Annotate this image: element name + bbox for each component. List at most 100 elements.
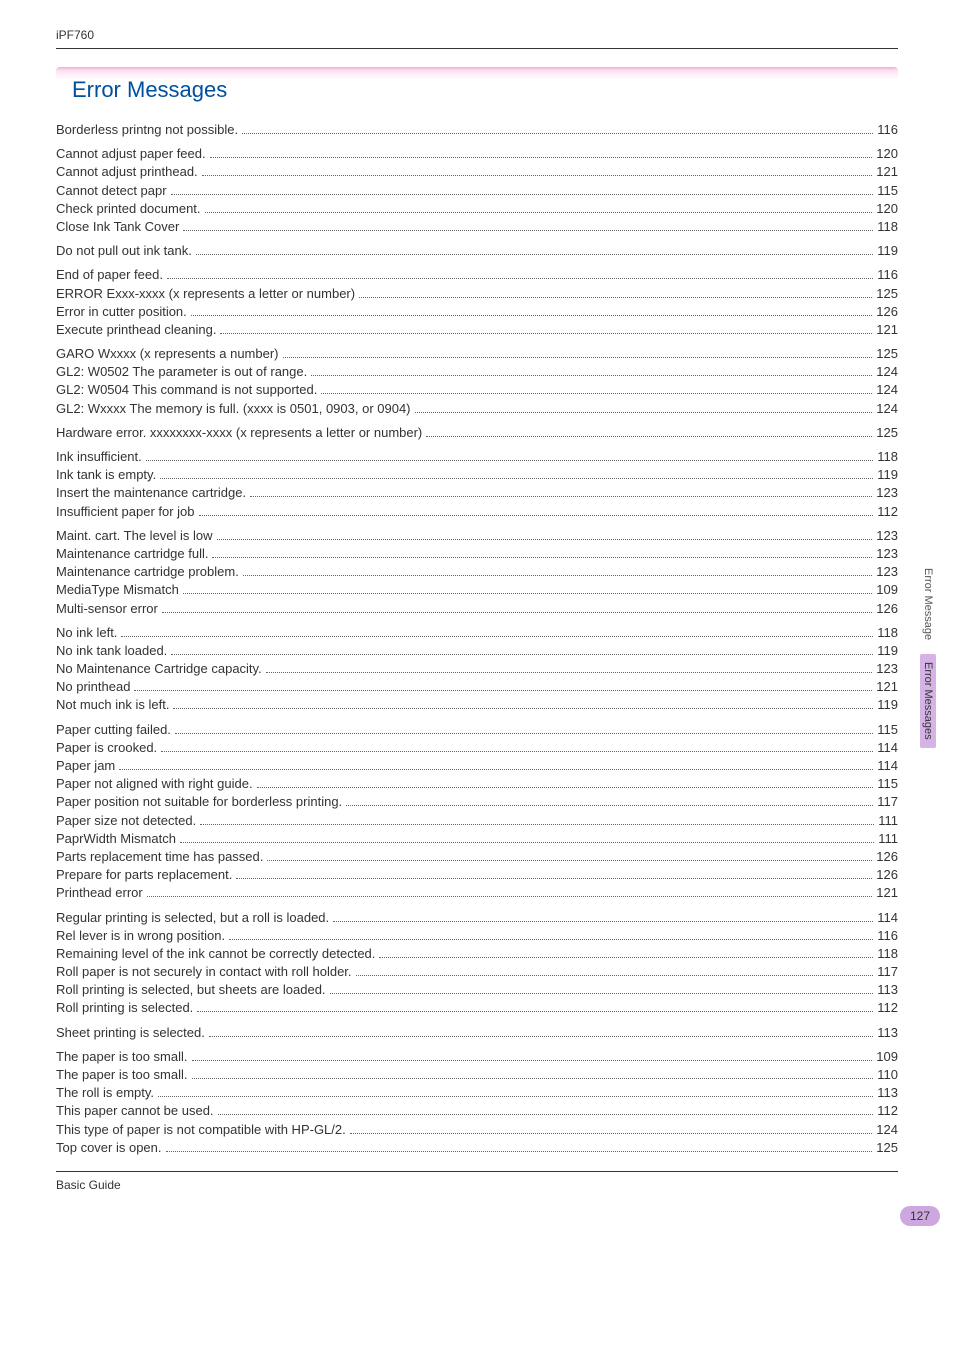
toc-entry[interactable]: Not much ink is left.119 (56, 696, 898, 714)
toc-entry[interactable]: Paper cutting failed.115 (56, 721, 898, 739)
toc-entry[interactable]: PaprWidth Mismatch111 (56, 830, 898, 848)
toc-entry[interactable]: Top cover is open.125 (56, 1139, 898, 1157)
toc-entry[interactable]: This paper cannot be used.112 (56, 1102, 898, 1120)
toc-entry[interactable]: The paper is too small. 109 (56, 1048, 898, 1066)
toc-entry[interactable]: Paper size not detected.111 (56, 812, 898, 830)
toc-entry[interactable]: Roll paper is not securely in contact wi… (56, 963, 898, 981)
toc-entry-label: The paper is too small. (56, 1048, 188, 1066)
toc-entry-page: 119 (877, 696, 898, 714)
toc-entry[interactable]: Sheet printing is selected.113 (56, 1024, 898, 1042)
toc-entry[interactable]: Insufficient paper for job112 (56, 503, 898, 521)
toc-leader-dots (192, 1078, 874, 1079)
toc-entry[interactable]: Maintenance cartridge full.123 (56, 545, 898, 563)
toc-entry[interactable]: Maint. cart. The level is low123 (56, 527, 898, 545)
toc-entry-label: Roll printing is selected. (56, 999, 193, 1017)
toc-entry[interactable]: The paper is too small.110 (56, 1066, 898, 1084)
toc-entry[interactable]: Parts replacement time has passed.126 (56, 848, 898, 866)
toc-leader-dots (257, 787, 874, 788)
toc-entry[interactable]: End of paper feed.116 (56, 266, 898, 284)
toc-entry-label: This type of paper is not compatible wit… (56, 1121, 346, 1139)
toc-entry[interactable]: Roll printing is selected, but sheets ar… (56, 981, 898, 999)
toc-entry[interactable]: Roll printing is selected.112 (56, 999, 898, 1017)
toc-entry-page: 114 (877, 739, 898, 757)
page-container: iPF760 Error Messages Borderless printng… (0, 0, 954, 1212)
toc-leader-dots (250, 496, 872, 497)
toc-entry[interactable]: This type of paper is not compatible wit… (56, 1121, 898, 1139)
toc-entry-label: Sheet printing is selected. (56, 1024, 205, 1042)
toc-entry[interactable]: Regular printing is selected, but a roll… (56, 909, 898, 927)
toc-entry-page: 116 (877, 927, 898, 945)
toc-entry-page: 115 (877, 182, 898, 200)
toc-entry[interactable]: No Maintenance Cartridge capacity.123 (56, 660, 898, 678)
toc-entry-label: Paper jam (56, 757, 115, 775)
toc-entry-page: 118 (877, 218, 898, 236)
toc-entry[interactable]: Paper jam114 (56, 757, 898, 775)
toc-entry[interactable]: Cannot adjust printhead.121 (56, 163, 898, 181)
toc-entry[interactable]: Do not pull out ink tank.119 (56, 242, 898, 260)
toc-entry[interactable]: Printhead error121 (56, 884, 898, 902)
toc-entry[interactable]: Ink tank is empty.119 (56, 466, 898, 484)
toc-entry[interactable]: Error in cutter position.126 (56, 303, 898, 321)
toc-entry-label: Cannot adjust paper feed. (56, 145, 206, 163)
toc-entry-page: 121 (876, 678, 898, 696)
toc-entry-label: Paper is crooked. (56, 739, 157, 757)
toc-entry-label: Paper position not suitable for borderle… (56, 793, 342, 811)
toc-entry-label: The roll is empty. (56, 1084, 154, 1102)
toc-entry[interactable]: Hardware error. xxxxxxxx-xxxx (x represe… (56, 424, 898, 442)
toc-entry[interactable]: No ink tank loaded.119 (56, 642, 898, 660)
toc-entry[interactable]: GL2: Wxxxx The memory is full. (xxxx is … (56, 400, 898, 418)
toc-entry[interactable]: Paper position not suitable for borderle… (56, 793, 898, 811)
section-title-bar: Error Messages (56, 67, 898, 111)
toc-leader-dots (167, 278, 873, 279)
toc-entry[interactable]: The roll is empty.113 (56, 1084, 898, 1102)
toc-entry[interactable]: Close Ink Tank Cover118 (56, 218, 898, 236)
toc-entry-page: 124 (876, 363, 898, 381)
toc-entry-page: 126 (876, 600, 898, 618)
toc-entry[interactable]: GARO Wxxxx (x represents a number)125 (56, 345, 898, 363)
toc-entry[interactable]: Execute printhead cleaning.121 (56, 321, 898, 339)
toc-entry[interactable]: Insert the maintenance cartridge.123 (56, 484, 898, 502)
toc-leader-dots (200, 824, 874, 825)
toc-entry[interactable]: Remaining level of the ink cannot be cor… (56, 945, 898, 963)
toc-entry[interactable]: Ink insufficient.118 (56, 448, 898, 466)
toc-entry[interactable]: Cannot detect papr115 (56, 182, 898, 200)
side-tab-error-message[interactable]: Error Message (920, 560, 936, 648)
toc-entry-label: Top cover is open. (56, 1139, 162, 1157)
toc-entry-page: 119 (877, 466, 898, 484)
toc-entry[interactable]: Paper not aligned with right guide.115 (56, 775, 898, 793)
toc-entry-page: 117 (877, 793, 898, 811)
toc-leader-dots (205, 212, 873, 213)
toc-entry[interactable]: No printhead121 (56, 678, 898, 696)
toc-entry-label: Borderless printng not possible. (56, 121, 238, 139)
toc-entry[interactable]: GL2: W0502 The parameter is out of range… (56, 363, 898, 381)
page-number-badge: 127 (900, 1206, 940, 1226)
toc-leader-dots (359, 297, 872, 298)
toc-entry[interactable]: Prepare for parts replacement.126 (56, 866, 898, 884)
toc-entry-page: 115 (877, 775, 898, 793)
toc-leader-dots (173, 708, 873, 709)
toc-entry[interactable]: MediaType Mismatch109 (56, 581, 898, 599)
toc-entry[interactable]: Cannot adjust paper feed.120 (56, 145, 898, 163)
toc-entry[interactable]: ERROR Exxx-xxxx (x represents a letter o… (56, 285, 898, 303)
toc-entry[interactable]: Paper is crooked. 114 (56, 739, 898, 757)
toc-group: Cannot adjust paper feed.120Cannot adjus… (56, 145, 898, 236)
toc-entry[interactable]: Multi-sensor error126 (56, 600, 898, 618)
toc-entry-page: 116 (877, 121, 898, 139)
toc-entry[interactable]: Check printed document.120 (56, 200, 898, 218)
toc-leader-dots (266, 672, 873, 673)
toc-entry[interactable]: No ink left.118 (56, 624, 898, 642)
toc-entry[interactable]: Rel lever is in wrong position.116 (56, 927, 898, 945)
toc-entry[interactable]: GL2: W0504 This command is not supported… (56, 381, 898, 399)
toc-group: The paper is too small. 109The paper is t… (56, 1048, 898, 1157)
toc-leader-dots (243, 575, 872, 576)
toc-entry-label: MediaType Mismatch (56, 581, 179, 599)
toc-leader-dots (242, 133, 873, 134)
side-tab-error-messages[interactable]: Error Messages (920, 654, 936, 748)
toc-entry[interactable]: Maintenance cartridge problem.123 (56, 563, 898, 581)
toc-entry-page: 109 (876, 1048, 898, 1066)
toc-entry-page: 126 (876, 303, 898, 321)
toc-leader-dots (236, 878, 872, 879)
toc-entry-page: 125 (876, 424, 898, 442)
toc-entry[interactable]: Borderless printng not possible. 116 (56, 121, 898, 139)
toc-leader-dots (311, 375, 872, 376)
